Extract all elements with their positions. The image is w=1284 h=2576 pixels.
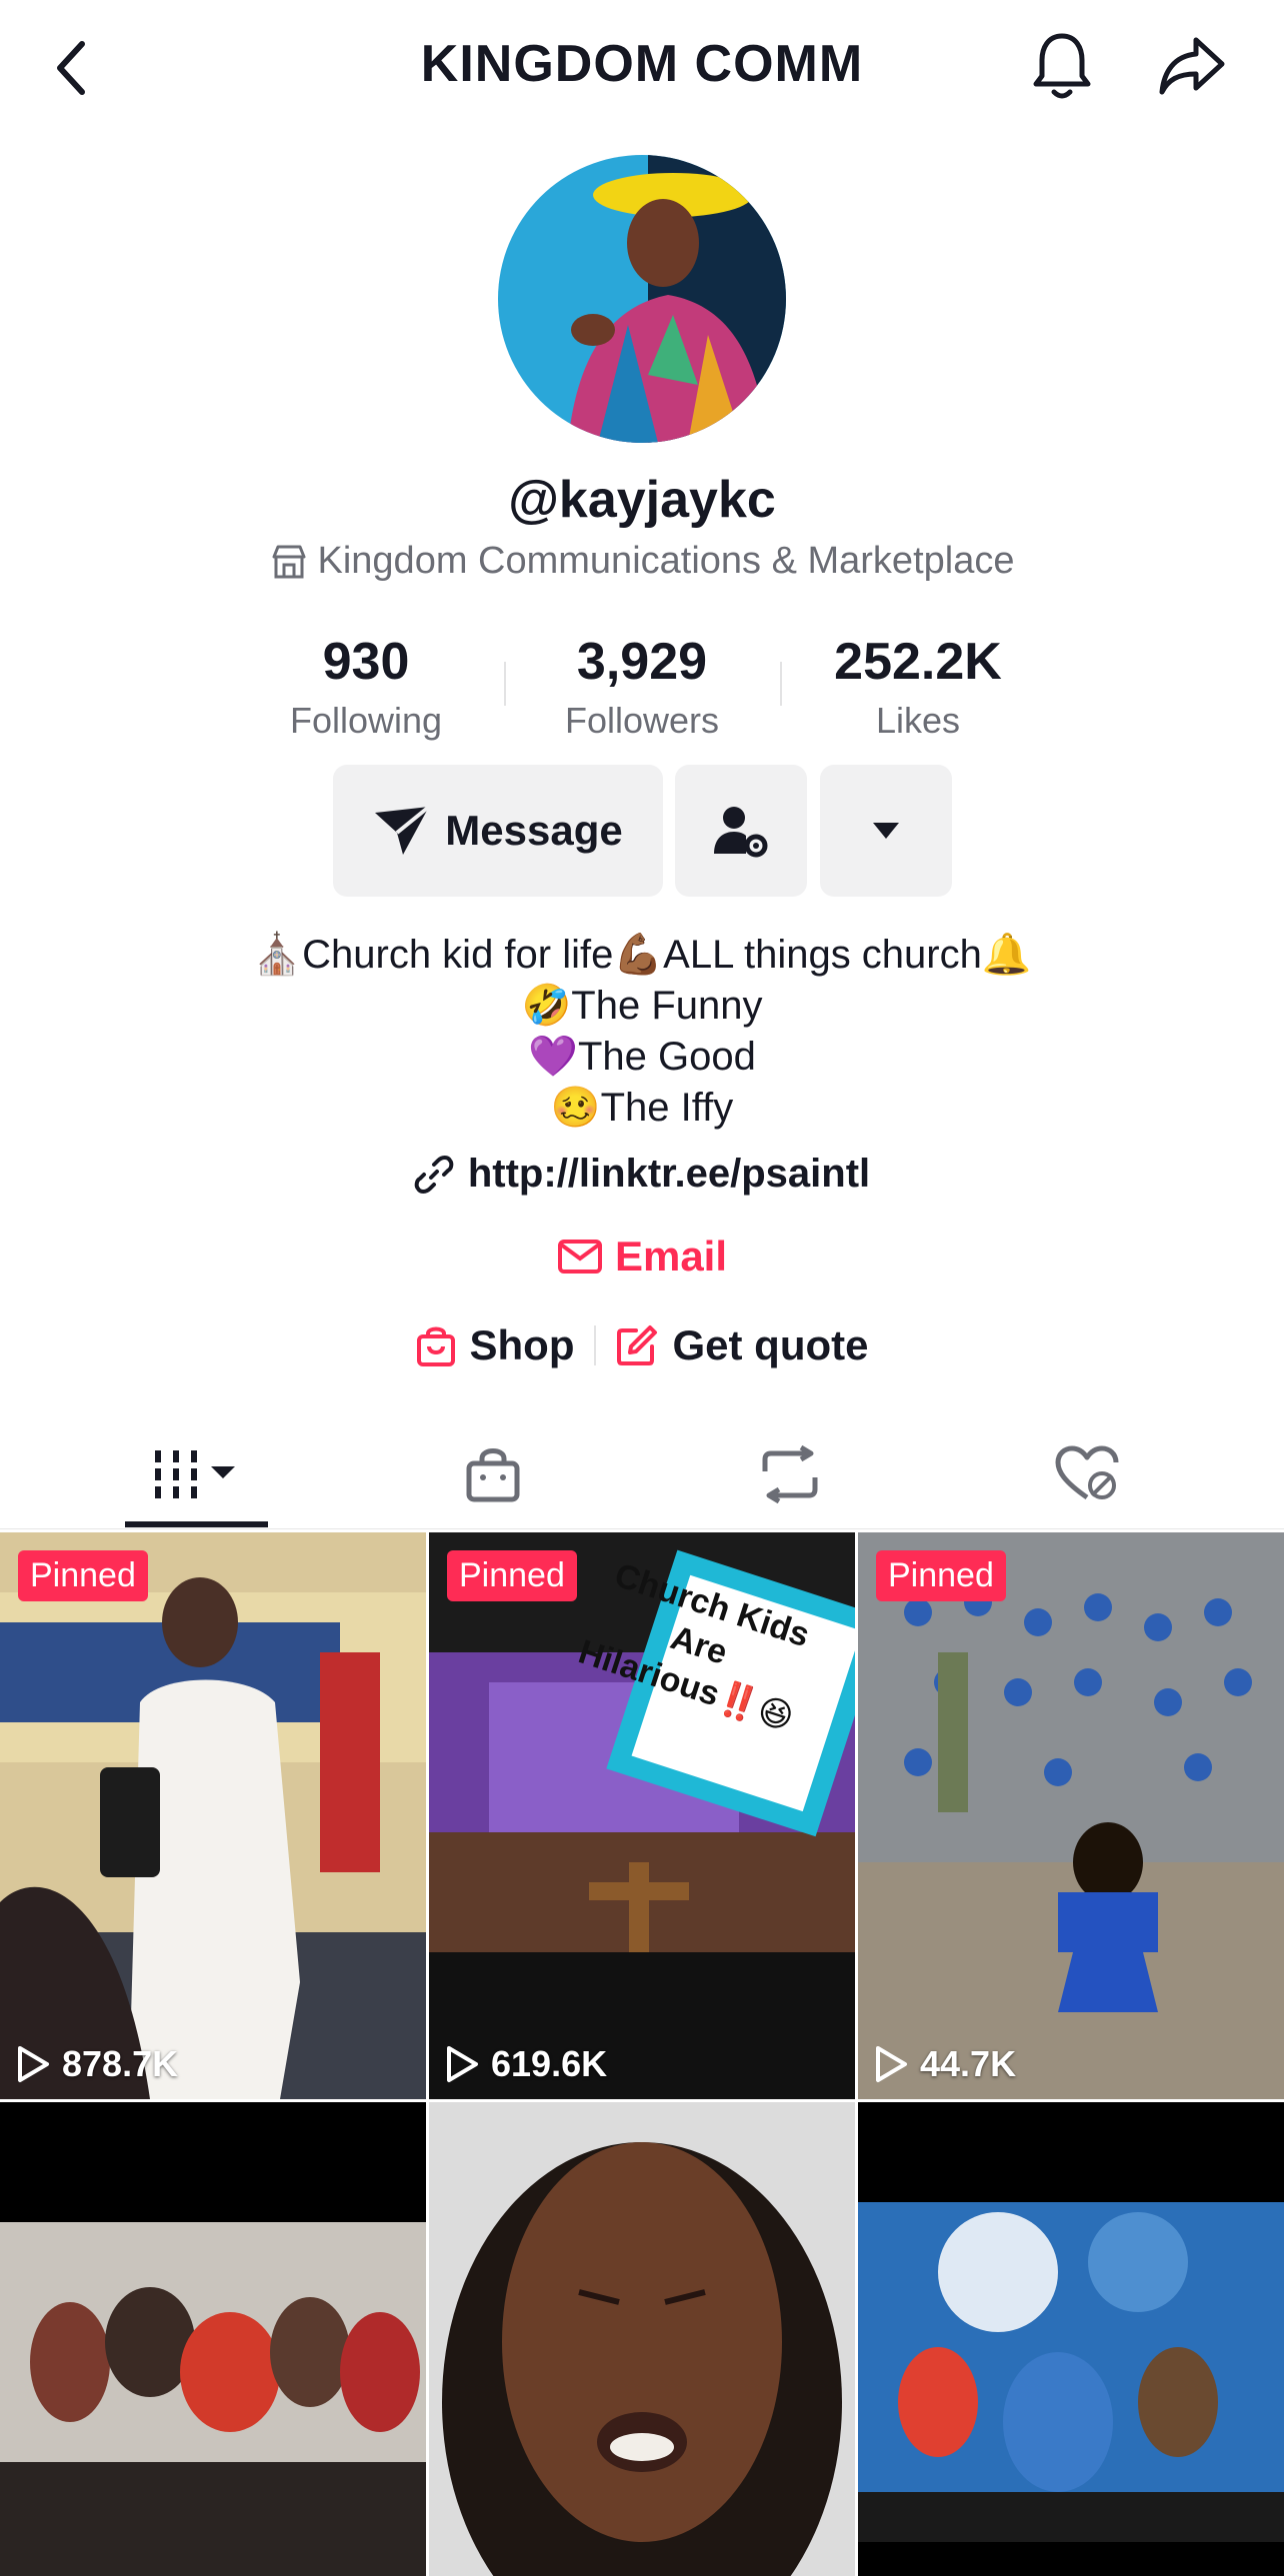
video-thumbnail[interactable]: [858, 2102, 1284, 2576]
tab-reposts[interactable]: [690, 1419, 890, 1529]
bio-line: ⛪Church kid for life💪🏾ALL things church🔔: [252, 933, 1032, 977]
bio-line: 💜The Good: [528, 1035, 756, 1079]
play-icon: [18, 2046, 49, 2082]
heart-hidden-icon: [1055, 1445, 1119, 1500]
user-gear-icon: [714, 807, 768, 858]
video-thumbnail[interactable]: [429, 2102, 855, 2576]
followers-label: Followers: [564, 700, 720, 741]
get-quote-button[interactable]: Get quote: [596, 1321, 888, 1369]
message-label: Message: [445, 807, 623, 854]
pinned-badge: Pinned: [876, 1550, 1006, 1601]
bell-icon: [1033, 33, 1091, 99]
profile-stats: 930 Following 3,929 Followers 252.2K Lik…: [0, 632, 1284, 742]
link-icon: [414, 1155, 454, 1194]
grid-bars-icon: [155, 1450, 235, 1498]
video-thumbnail[interactable]: Pinned 878.7K: [0, 1532, 426, 2099]
share-arrow-icon: [1159, 37, 1225, 95]
following-stat[interactable]: 930 Following: [228, 632, 504, 742]
view-count: 44.7K: [874, 2043, 1016, 2085]
play-icon: [447, 2046, 478, 2082]
get-quote-label: Get quote: [672, 1321, 869, 1368]
username: @kayjaykc: [508, 471, 776, 529]
mail-icon: [557, 1240, 602, 1274]
view-count-text: 878.7K: [62, 2043, 179, 2084]
email-button[interactable]: Email: [0, 1233, 1284, 1281]
tab-videos[interactable]: [97, 1419, 297, 1529]
video-thumbnail[interactable]: Pinned 44.7K: [858, 1532, 1284, 2099]
video-thumbnail-image: [429, 2102, 855, 2576]
top-bar: KINGDOM COMM: [0, 0, 1284, 140]
video-thumbnail-image: [0, 2102, 426, 2576]
followers-stat[interactable]: 3,929 Followers: [504, 632, 780, 742]
more-options-dropdown[interactable]: [820, 765, 952, 897]
following-label: Following: [289, 700, 443, 741]
likes-stat[interactable]: 252.2K Likes: [780, 632, 1056, 742]
view-count-text: 619.6K: [491, 2043, 608, 2084]
tab-liked[interactable]: [987, 1419, 1187, 1529]
likes-count: 252.2K: [834, 633, 1002, 691]
email-label: Email: [614, 1233, 728, 1280]
pinned-badge: Pinned: [447, 1550, 577, 1601]
video-thumbnail-image: [858, 2102, 1284, 2576]
video-thumbnail[interactable]: Pinned Church Kids Are Hilarious‼️😆 619.…: [429, 1532, 855, 2099]
edit-icon: [617, 1325, 658, 1365]
view-count: 619.6K: [445, 2043, 607, 2085]
video-thumbnail-image: [0, 1532, 426, 2099]
message-button[interactable]: Message: [333, 765, 663, 897]
shopping-bag-icon: [416, 1326, 455, 1366]
store-icon: [272, 545, 305, 578]
send-icon: [375, 805, 431, 855]
bio-link-text: http://linktr.ee/psaintl: [467, 1152, 871, 1196]
bio-line: 🤣The Funny: [521, 984, 763, 1028]
avatar[interactable]: [498, 155, 786, 443]
view-count-text: 44.7K: [920, 2043, 1017, 2084]
bio-link[interactable]: http://linktr.ee/psaintl: [0, 1152, 1284, 1197]
shop-row: Shop Get quote: [0, 1321, 1284, 1369]
business-category: Kingdom Communications & Marketplace: [0, 540, 1284, 583]
repost-icon: [762, 1445, 818, 1503]
following-count: 930: [322, 633, 410, 691]
shopping-bag-icon: [466, 1448, 520, 1502]
share-button[interactable]: [1150, 24, 1234, 108]
category-label: Kingdom Communications & Marketplace: [317, 540, 1015, 582]
shop-button[interactable]: Shop: [396, 1321, 595, 1369]
tab-shop[interactable]: [393, 1419, 593, 1529]
active-tab-indicator: [125, 1521, 268, 1527]
content-tabs: [0, 1419, 1284, 1529]
bio: ⛪Church kid for life💪🏾ALL things church🔔…: [0, 930, 1284, 1134]
followers-count: 3,929: [576, 633, 708, 691]
bio-line: 🥴The Iffy: [550, 1086, 734, 1130]
video-thumbnail-image: [858, 1532, 1284, 2099]
friend-settings-button[interactable]: [675, 765, 807, 897]
profile-photo: [498, 155, 786, 443]
pinned-badge: Pinned: [18, 1550, 148, 1601]
shop-label: Shop: [469, 1321, 575, 1368]
view-count: 878.7K: [16, 2043, 178, 2085]
play-icon: [876, 2046, 907, 2082]
caret-down-icon: [873, 823, 899, 839]
notification-button[interactable]: [1020, 24, 1104, 108]
video-thumbnail[interactable]: [0, 2102, 426, 2576]
likes-label: Likes: [875, 700, 961, 741]
